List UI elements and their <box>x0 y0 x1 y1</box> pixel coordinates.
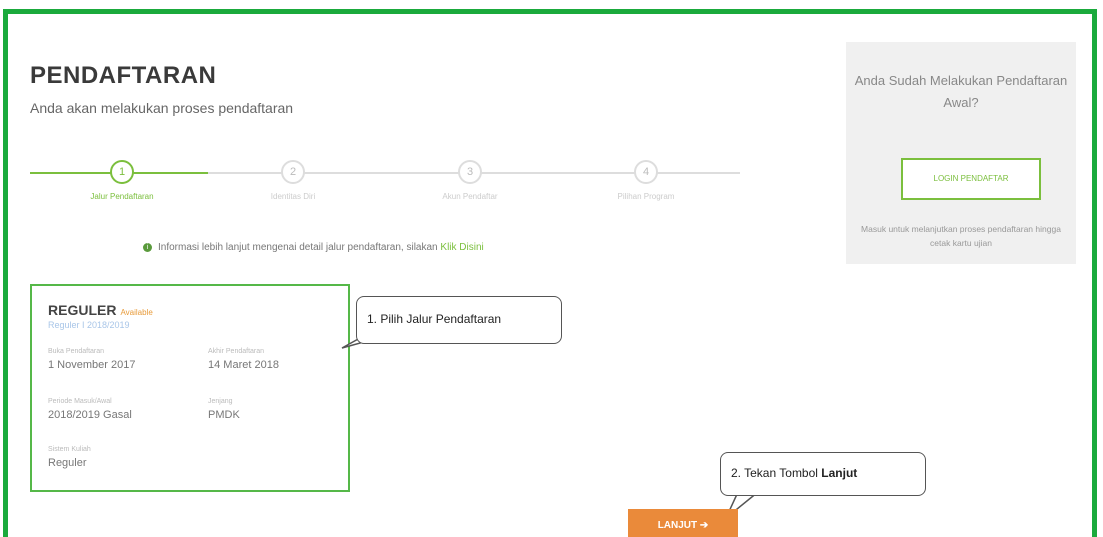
field-level: Jenjang PMDK <box>208 398 240 421</box>
step-2-number: 2 <box>281 160 305 184</box>
next-button[interactable]: LANJUT ➔ <box>628 509 738 537</box>
status-badge: Available <box>120 308 153 317</box>
page-frame: PENDAFTARAN Anda akan melakukan proses p… <box>3 9 1097 537</box>
path-period: Reguler I 2018/2019 <box>48 320 130 330</box>
step-1-label: Jalur Pendaftaran <box>90 192 154 201</box>
page-subtitle: Anda akan melakukan proses pendaftaran <box>30 100 294 116</box>
step-3-label: Akun Pendaftar <box>442 192 498 201</box>
callout-2-bold: Lanjut <box>821 466 858 480</box>
field-system-label: Sistem Kuliah <box>48 446 91 453</box>
info-link[interactable]: Klik Disini <box>440 242 483 253</box>
field-open-date-value: 1 November 2017 <box>48 359 136 371</box>
step-3[interactable]: 3 Akun Pendaftar <box>410 160 530 201</box>
field-period: Periode Masuk/Awal 2018/2019 Gasal <box>48 398 132 421</box>
field-system-value: Reguler <box>48 457 87 469</box>
step-4[interactable]: 4 Pilihan Program <box>586 160 706 201</box>
field-system: Sistem Kuliah Reguler <box>48 446 91 469</box>
login-button[interactable]: LOGIN PENDAFTAR <box>901 158 1041 200</box>
field-close-date: Akhir Pendaftaran 14 Maret 2018 <box>208 348 279 371</box>
field-close-date-label: Akhir Pendaftaran <box>208 348 265 355</box>
next-button-label: LANJUT <box>657 520 698 531</box>
registration-path-card[interactable]: REGULER Available Reguler I 2018/2019 Buk… <box>30 284 350 492</box>
field-period-label: Periode Masuk/Awal <box>48 398 112 405</box>
login-panel: Anda Sudah Melakukan Pendaftaran Awal? L… <box>846 42 1076 264</box>
field-open-date: Buka Pendaftaran 1 November 2017 <box>48 348 135 371</box>
field-close-date-value: 14 Maret 2018 <box>208 359 279 371</box>
path-name-row: REGULER Available <box>48 302 153 318</box>
arrow-right-icon: ➔ <box>699 520 709 531</box>
info-line: i Informasi lebih lanjut mengenai detail … <box>143 242 484 253</box>
info-icon: i <box>143 242 152 252</box>
field-open-date-label: Buka Pendaftaran <box>48 348 105 355</box>
step-3-number: 3 <box>458 160 482 184</box>
step-4-number: 4 <box>634 160 658 184</box>
info-text: Informasi lebih lanjut mengenai detail j… <box>158 242 438 253</box>
login-question: Anda Sudah Melakukan Pendaftaran Awal? <box>854 73 1068 110</box>
step-2[interactable]: 2 Identitas Diri <box>233 160 353 201</box>
field-level-value: PMDK <box>208 409 240 421</box>
step-4-label: Pilihan Program <box>617 192 675 201</box>
page-title: PENDAFTARAN <box>30 62 217 89</box>
step-1[interactable]: 1 Jalur Pendaftaran <box>62 160 182 201</box>
callout-2: 2. Tekan Tombol Lanjut <box>720 452 926 496</box>
step-1-number: 1 <box>110 160 134 184</box>
callout-2-text: 2. Tekan Tombol <box>731 466 822 480</box>
login-note: Masuk untuk melanjutkan proses pendaftar… <box>861 224 1061 248</box>
progress-stepper: 1 Jalur Pendaftaran 2 Identitas Diri 3 A… <box>30 160 740 210</box>
field-period-value: 2018/2019 Gasal <box>48 409 132 421</box>
field-level-label: Jenjang <box>208 398 233 405</box>
path-name: REGULER <box>48 302 117 318</box>
callout-1: 1. Pilih Jalur Pendaftaran <box>356 296 562 344</box>
step-2-label: Identitas Diri <box>270 192 316 201</box>
